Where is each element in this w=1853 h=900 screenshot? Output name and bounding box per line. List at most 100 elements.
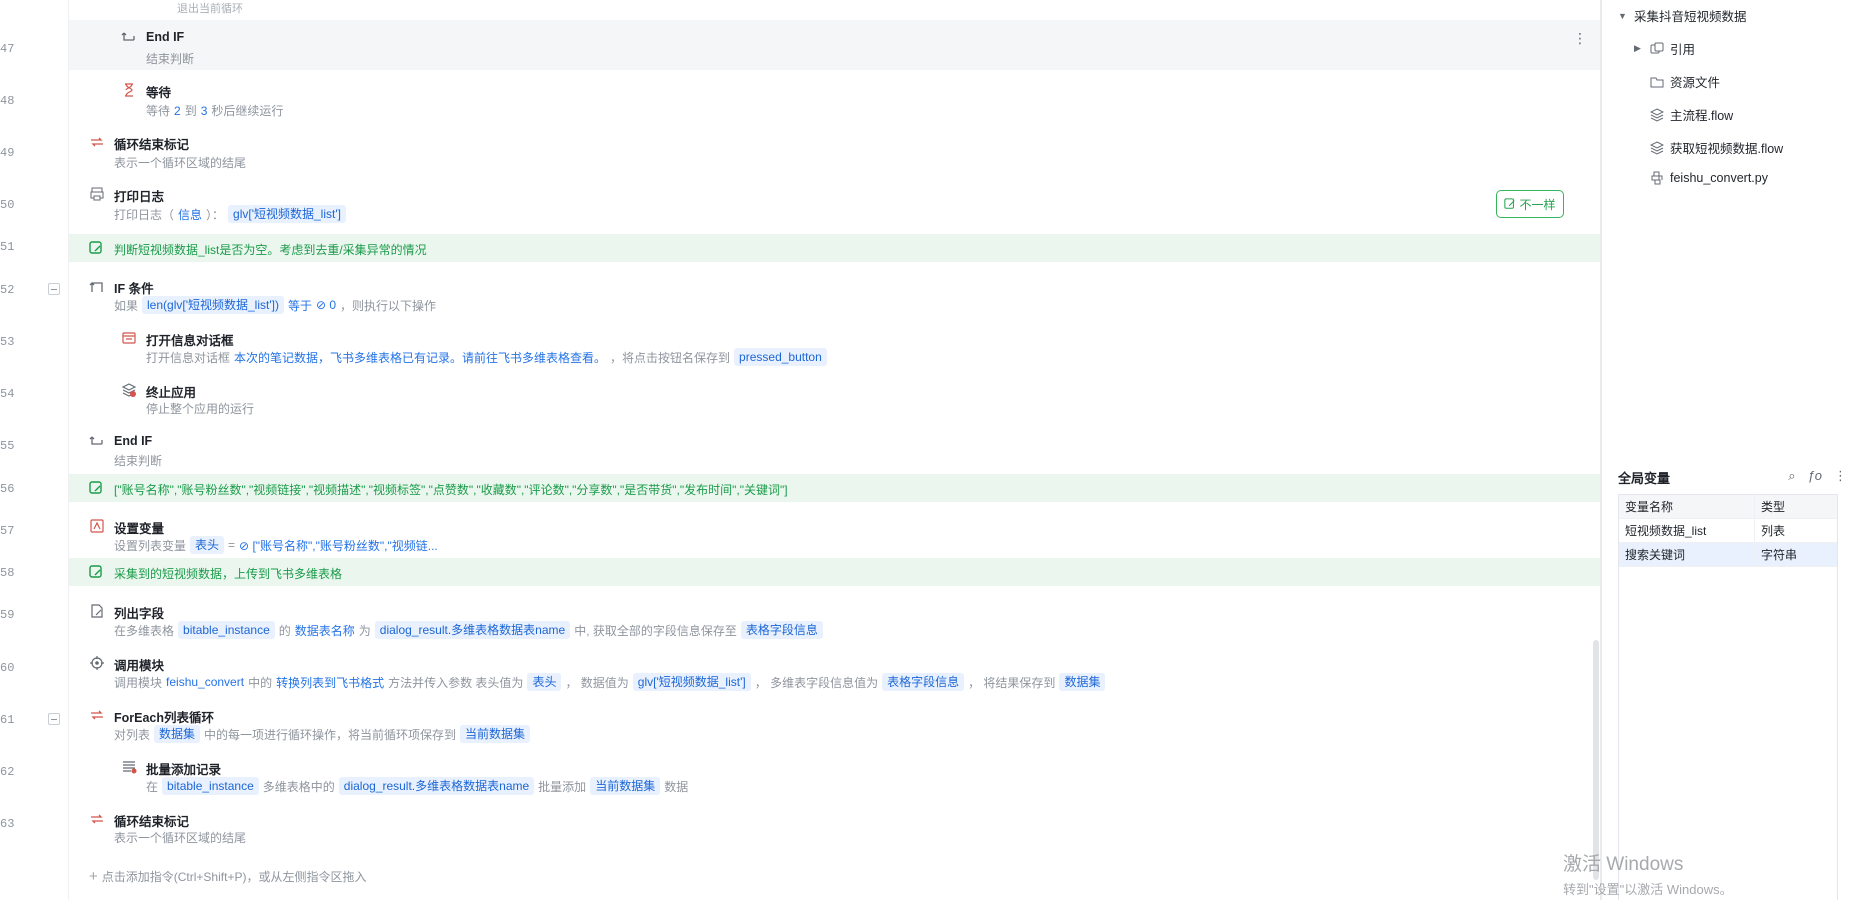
variable-chip: 当前数据集 [460,725,531,743]
variable-chip: 数据集 [1059,673,1106,691]
comment-row[interactable]: ["账号名称","账号粉丝数","视频链接","视频描述","视频标签","点赞… [69,474,1600,502]
plus-icon: + [89,868,98,885]
line-number: 57 [0,524,15,538]
flow-file-icon [1650,107,1664,122]
step-description: 停止整个应用的运行 [146,402,255,416]
variable-type-cell: 列表 [1754,518,1838,543]
line-number: 49 [0,146,15,160]
dialog-icon [121,330,137,346]
more-options-icon[interactable]: ⋮ [1834,468,1847,484]
line-gutter: 47 48 49 50 51 52 53 54 55 56 57 58 59 6… [0,0,68,900]
function-icon[interactable]: ƒo [1808,468,1822,484]
step-print-log[interactable]: 打印日志 打印日志（ 信息 ）： glv['短视频数据_list'] [69,176,1600,226]
step-title: 列出字段 [114,607,165,621]
line-number: 55 [0,439,15,453]
step-description: 在 bitable_instance 多维表格中的 dialog_result.… [146,777,689,795]
step-end-if[interactable]: End IF 结束判断 [69,426,1600,470]
step-loop-end[interactable]: 循环结束标记 表示一个循环区域的结尾 [69,124,1600,174]
flow-file-icon [1650,140,1664,155]
step-loop-end[interactable]: 循环结束标记 表示一个循环区域的结尾 [69,803,1600,847]
step-batch-add-records[interactable]: 批量添加记录 在 bitable_instance 多维表格中的 dialog_… [69,751,1600,795]
line-number: 54 [0,387,15,401]
tree-root-project[interactable]: ▼ 采集抖音短视频数据 [1618,6,1747,25]
table-row[interactable]: 短视频数据_list 列表 [1618,518,1838,543]
step-title: 打开信息对话框 [146,334,234,348]
collapse-toggle-foreach[interactable] [48,713,60,725]
step-description: 如果 len(glv['短视频数据_list']) 等于 ⊘ 0 ，则执行以下操… [114,296,437,314]
variable-chip: bitable_instance [178,621,275,639]
column-header-name: 变量名称 [1618,494,1755,519]
step-end-if[interactable]: End IF 结束判断 ⋮ [69,20,1600,70]
right-panel: ▼ 采集抖音短视频数据 ▶ 引用 资源文件 主流程.flow 获取短视频数据.f… [1602,0,1853,900]
add-command-hint[interactable]: + 点击添加指令(Ctrl+Shift+P)，或从左侧指令区拖入 [89,868,366,885]
step-description: 在多维表格 bitable_instance 的 数据表名称 为 dialog_… [114,621,823,639]
column-header-type: 类型 [1754,494,1838,519]
step-description: 表示一个循环区域的结尾 [114,831,247,845]
module-icon [89,655,105,671]
end-if-icon [121,30,137,46]
step-description: 打印日志（ 信息 ）： glv['短视频数据_list'] [114,205,346,223]
step-terminate-app[interactable]: 终止应用 停止整个应用的运行 [69,374,1600,418]
comment-icon [89,565,102,578]
end-if-icon [89,434,105,450]
variable-chip: 表格字段信息 [740,621,823,639]
tree-item-python-file[interactable]: feishu_convert.py [1650,171,1768,185]
step-open-dialog[interactable]: 打开信息对话框 打开信息对话框 本次的笔记数据，飞书多维表格已有记录。请前往飞书… [69,322,1600,366]
step-description: 表示一个循环区域的结尾 [114,156,247,170]
tree-item-main-flow[interactable]: 主流程.flow [1650,105,1733,124]
comment-text: ["账号名称","账号粉丝数","视频链接","视频描述","视频标签","点赞… [114,483,788,497]
search-icon[interactable]: ⌕ [1788,468,1795,484]
line-number: 52 [0,283,15,297]
comment-text: 判断短视频数据_list是否为空。考虑到去重/采集异常的情况 [114,243,427,257]
step-title: 设置变量 [114,522,165,536]
variable-chip: 表头 [527,673,562,691]
reference-icon [1650,42,1664,53]
step-description: 打开信息对话框 本次的笔记数据，飞书多维表格已有记录。请前往飞书多维表格查看。 … [146,348,827,366]
variable-chip: 数据集 [154,725,201,743]
global-variables-table: 变量名称 类型 短视频数据_list 列表 搜索关键词 字符串 [1618,494,1838,567]
hourglass-icon [121,82,137,98]
variable-name-cell: 搜索关键词 [1618,542,1755,567]
step-call-module[interactable]: 调用模块 调用模块 feishu_convert 中的 转换列表到飞书格式 方法… [69,647,1600,691]
step-title: 终止应用 [146,386,197,400]
line-number: 53 [0,335,15,349]
step-title: End IF [146,30,185,44]
more-options-icon[interactable]: ⋮ [1573,30,1587,47]
folder-icon [1650,77,1664,87]
step-title: 循环结束标记 [114,815,190,829]
line-number: 61 [0,713,15,727]
list-fields-icon [89,603,105,619]
step-wait[interactable]: 等待 等待 2 到 3 秒后继续运行 [69,72,1600,122]
tree-item-fetch-flow[interactable]: 获取短视频数据.flow [1650,138,1783,157]
step-set-variable[interactable]: 设置变量 设置列表变量 表头 = ⊘ ["账号名称","账号粉丝数","视频链.… [69,510,1600,554]
editor-scrollbar[interactable] [1593,640,1599,880]
global-variables-toolbar: ⌕ ƒo ⋮ [1788,468,1847,484]
line-number: 63 [0,817,15,831]
step-description: 调用模块 feishu_convert 中的 转换列表到飞书格式 方法并传入参数… [114,673,1106,691]
list-value: ⊘ ["账号名称","账号粉丝数","视频链... [239,538,438,553]
line-number: 62 [0,765,15,779]
line-number: 47 [0,42,15,56]
variable-icon [89,518,105,534]
comment-row[interactable]: 采集到的短视频数据，上传到飞书多维表格 [69,558,1600,586]
tree-item-references[interactable]: ▶ 引用 [1634,39,1695,58]
flow-editor: 退出当前循环 End IF 结束判断 ⋮ 等待 等待 2 到 3 秒后继续运行 [69,0,1600,900]
variable-type-cell: 字符串 [1754,542,1838,567]
step-description: 结束判断 [114,454,163,468]
variable-chip: dialog_result.多维表格数据表name [374,621,571,639]
step-list-fields[interactable]: 列出字段 在多维表格 bitable_instance 的 数据表名称 为 di… [69,595,1600,639]
comment-text: 采集到的短视频数据，上传到飞书多维表格 [114,567,343,581]
diff-badge-button[interactable]: 不一样 [1496,190,1564,218]
comment-row[interactable]: 判断短视频数据_list是否为空。考虑到去重/采集异常的情况 [69,234,1600,262]
step-if-condition[interactable]: IF 条件 如果 len(glv['短视频数据_list']) 等于 ⊘ 0 ，… [69,270,1600,314]
variable-chip: 表格字段信息 [882,673,965,691]
collapse-toggle-if[interactable] [48,283,60,295]
line-number: 58 [0,566,15,580]
step-title: End IF [114,434,153,448]
table-row[interactable]: 搜索关键词 字符串 [1618,542,1838,567]
step-description: 对列表 数据集 中的每一项进行循环操作，将当前循环项保存到 当前数据集 [114,725,531,743]
caret-down-icon: ▼ [1618,10,1627,21]
tree-item-resources[interactable]: 资源文件 [1650,72,1720,91]
step-foreach-loop[interactable]: ForEach列表循环 对列表 数据集 中的每一项进行循环操作，将当前循环项保存… [69,699,1600,743]
loop-end-icon [89,134,105,150]
